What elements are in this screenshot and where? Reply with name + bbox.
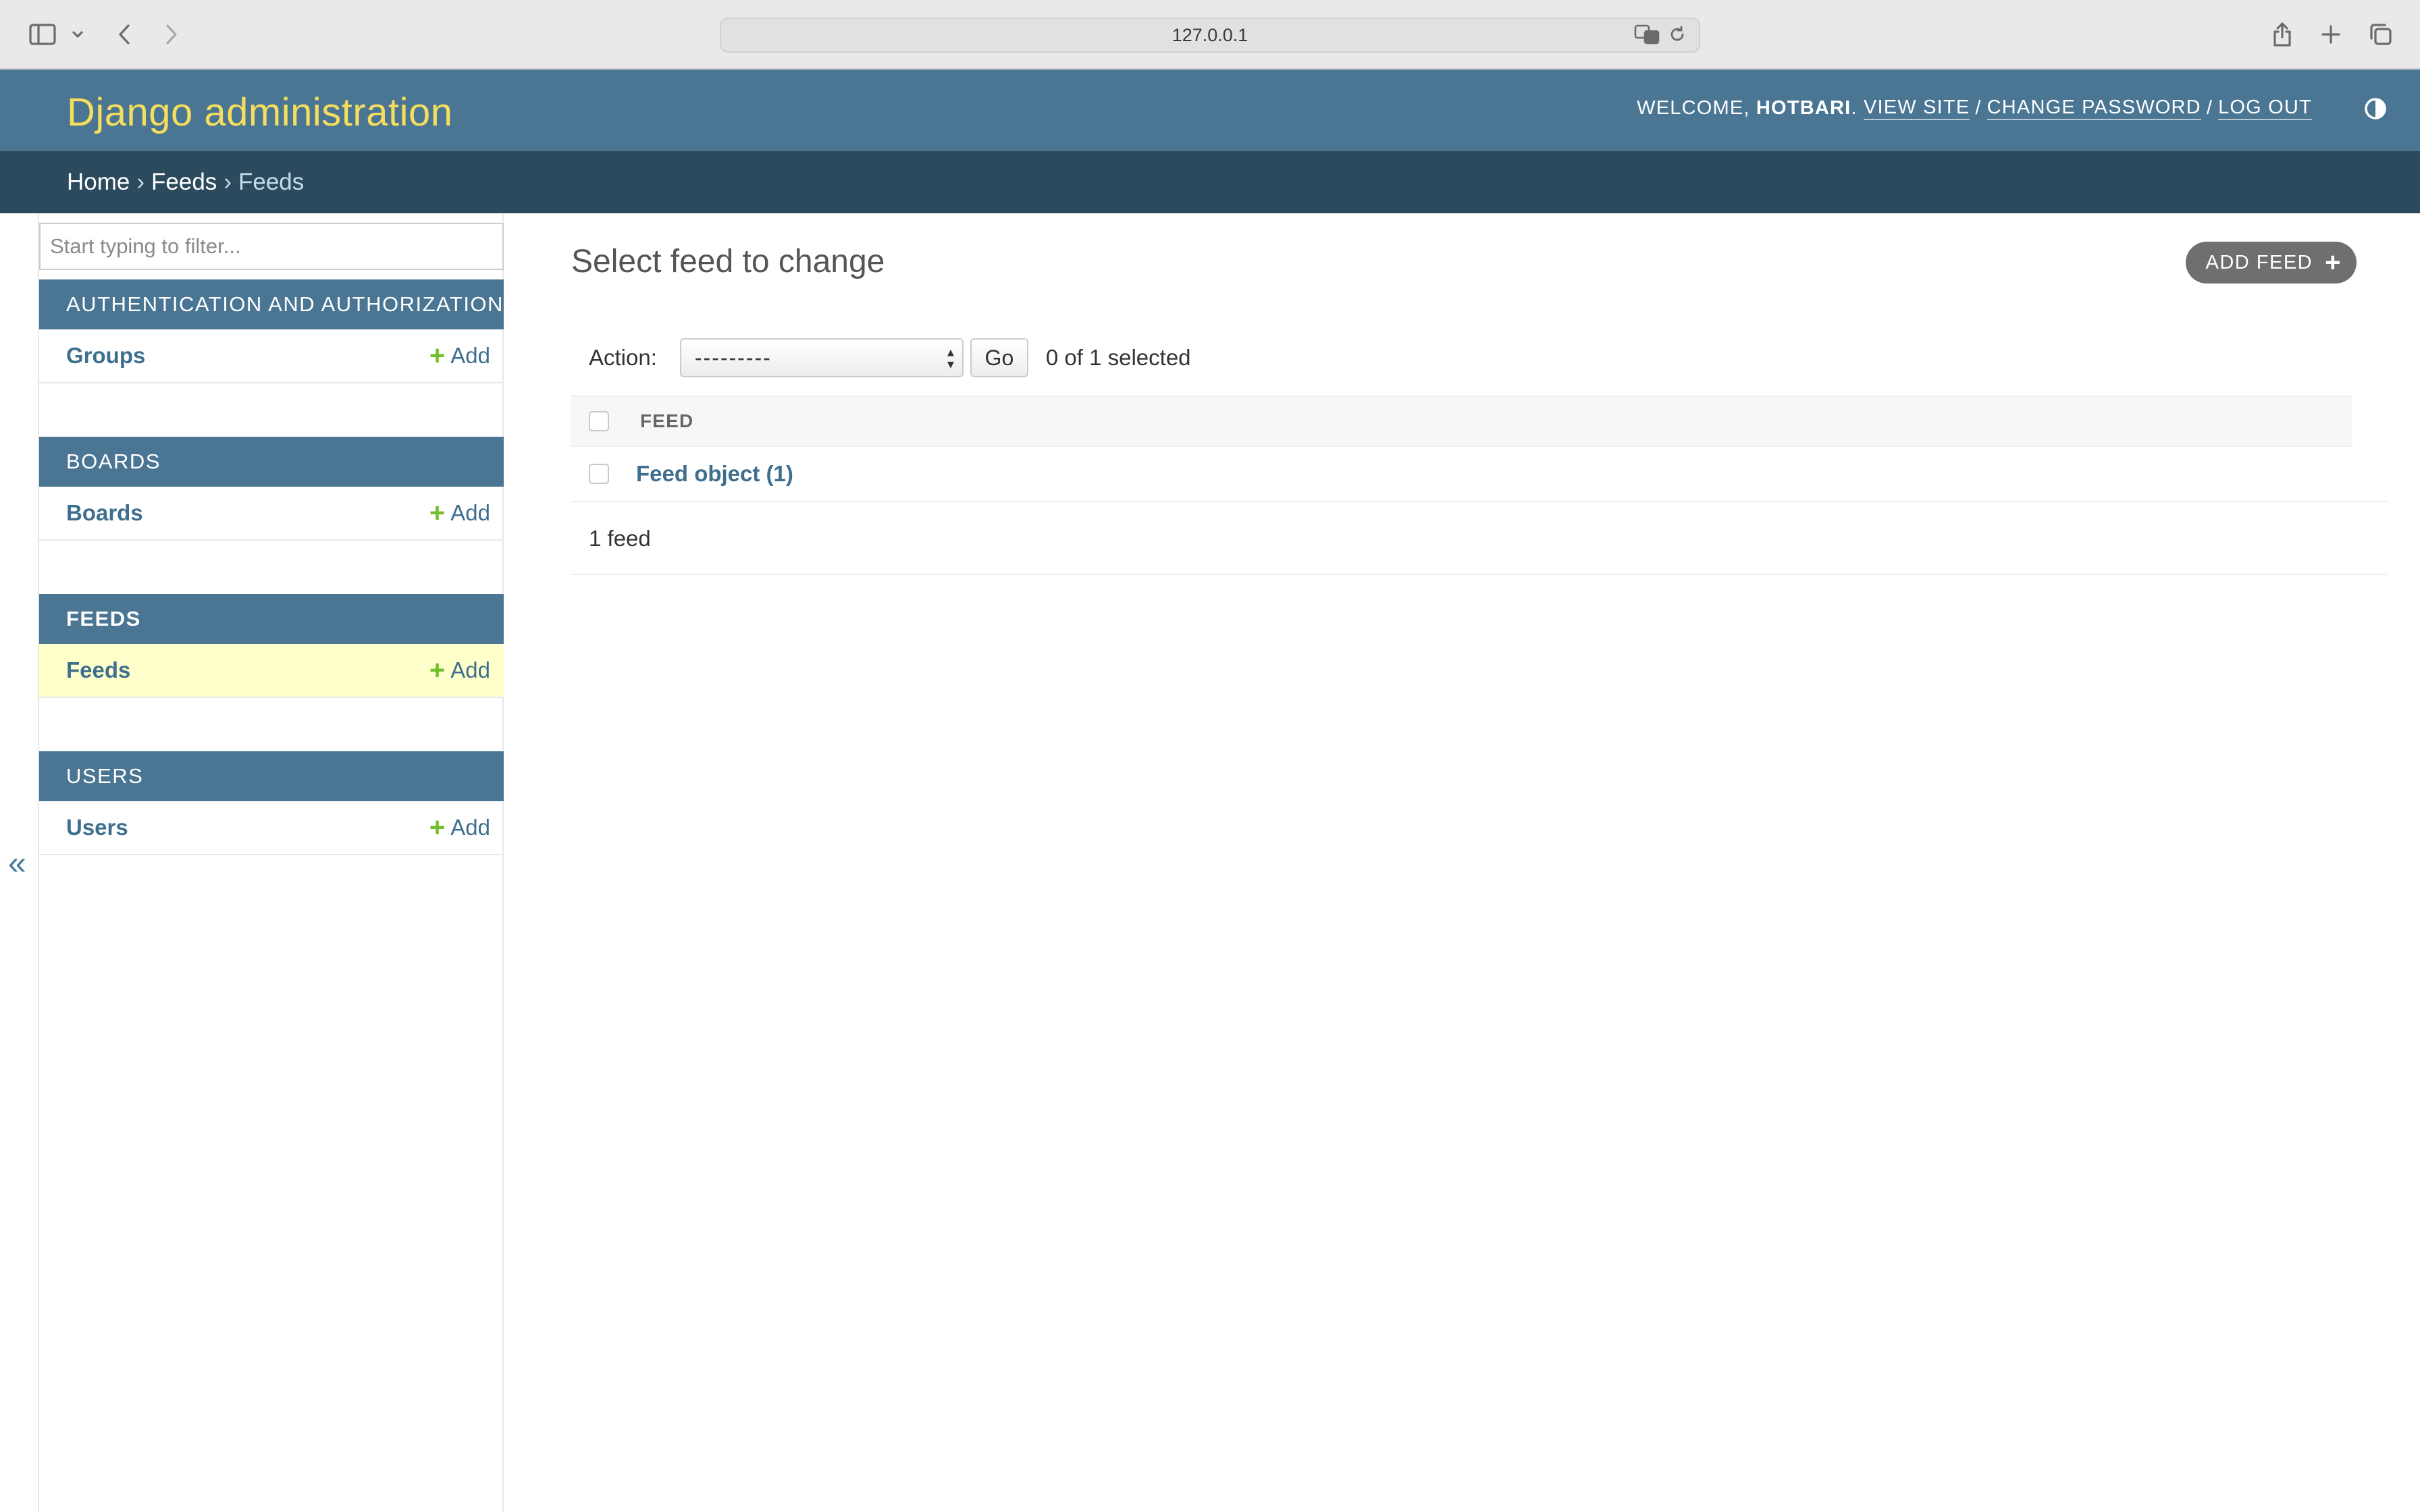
action-select[interactable]: --------- ▴ ▾ — [679, 338, 964, 377]
separator: / — [2206, 97, 2213, 119]
page-title: Select feed to change — [571, 244, 885, 279]
module-caption[interactable]: Feeds — [39, 594, 504, 644]
log-out-link[interactable]: Log out — [2218, 97, 2312, 120]
add-label: Add — [450, 343, 490, 368]
nav-filter-input[interactable] — [39, 223, 504, 270]
sidebar-item-groups: Groups + Add — [39, 329, 504, 383]
add-label: Add — [450, 657, 490, 682]
separator: / — [1975, 97, 1982, 119]
plus-icon: + — [429, 655, 446, 685]
add-groups-link[interactable]: + Add — [429, 342, 490, 369]
module-caption[interactable]: Boards — [39, 437, 504, 487]
action-selected-value: --------- — [694, 345, 772, 370]
plus-icon: + — [429, 498, 446, 528]
add-label: Add — [450, 815, 490, 840]
model-link-boards[interactable]: Boards — [66, 500, 143, 526]
breadcrumb-current: Feeds — [238, 169, 305, 195]
site-header: Django administration Welcome, hotbari .… — [0, 70, 2420, 151]
user-tools: Welcome, hotbari . View site / Change pa… — [1637, 97, 2312, 120]
breadcrumb: Home › Feeds › Feeds — [0, 151, 2420, 213]
new-tab-icon[interactable] — [2317, 19, 2344, 50]
forward-icon[interactable] — [159, 19, 184, 50]
breadcrumb-app[interactable]: Feeds — [151, 169, 217, 196]
go-button[interactable]: Go — [970, 338, 1028, 377]
plus-icon: + — [429, 813, 446, 842]
tab-overview-icon[interactable] — [2367, 19, 2394, 50]
breadcrumb-separator: › — [223, 169, 232, 195]
model-link-users[interactable]: Users — [66, 815, 128, 840]
url-text: 127.0.0.1 — [1172, 24, 1248, 45]
view-site-link[interactable]: View site — [1863, 97, 1970, 120]
paginator: 1 feed — [571, 504, 2388, 575]
add-boards-link[interactable]: + Add — [429, 500, 490, 526]
module-boards: Boards Boards + Add — [39, 437, 504, 541]
breadcrumb-separator: › — [136, 169, 145, 195]
sidebar-item-users: Users + Add — [39, 801, 504, 855]
address-bar[interactable]: 127.0.0.1 — [720, 18, 1700, 53]
add-label: Add — [450, 500, 490, 525]
nav-sidebar: Authentication and Authorization Groups … — [38, 213, 504, 1512]
module-users: Users Users + Add — [39, 751, 504, 855]
site-branding[interactable]: Django administration — [67, 90, 452, 135]
add-users-link[interactable]: + Add — [429, 814, 490, 841]
row-link[interactable]: Feed object (1) — [636, 461, 793, 487]
back-icon[interactable] — [112, 19, 136, 50]
add-feeds-link[interactable]: + Add — [429, 657, 490, 684]
sidebar-item-feeds: Feeds + Add — [39, 644, 504, 698]
add-feed-label: Add feed — [2205, 251, 2313, 273]
translate-icon[interactable] — [1634, 24, 1661, 48]
column-header-feed[interactable]: Feed — [640, 410, 693, 432]
module-caption[interactable]: Users — [39, 751, 504, 801]
reload-icon[interactable] — [1668, 25, 1687, 47]
sidebar-item-boards: Boards + Add — [39, 487, 504, 541]
table-header: Feed — [571, 396, 2352, 447]
plus-icon: + — [429, 341, 446, 371]
module-caption[interactable]: Authentication and Authorization — [39, 279, 504, 329]
change-password-link[interactable]: Change password — [1987, 97, 2201, 120]
select-arrows-icon: ▴ ▾ — [947, 345, 955, 372]
module-auth: Authentication and Authorization Groups … — [39, 279, 504, 383]
sidebar-toggle-icon[interactable] — [26, 19, 59, 50]
plus-icon: + — [2325, 248, 2342, 277]
module-feeds: Feeds Feeds + Add — [39, 594, 504, 698]
add-feed-button[interactable]: Add feed + — [2185, 242, 2357, 284]
theme-toggle-icon[interactable] — [2363, 97, 2388, 121]
model-link-feeds[interactable]: Feeds — [66, 657, 130, 683]
username: hotbari — [1756, 97, 1851, 119]
results-table: Feed Feed object (1) — [571, 396, 2388, 502]
table-row: Feed object (1) — [571, 447, 2388, 502]
actions-bar: Action: --------- ▴ ▾ Go 0 of 1 selected — [589, 338, 1191, 378]
welcome-text: Welcome, — [1637, 97, 1750, 119]
selected-count: 0 of 1 selected — [1045, 345, 1191, 370]
share-icon[interactable] — [2269, 19, 2296, 50]
select-all-checkbox[interactable] — [589, 411, 609, 431]
breadcrumb-home[interactable]: Home — [67, 169, 130, 196]
action-label: Action: — [589, 345, 657, 370]
chevron-down-icon[interactable] — [68, 19, 88, 50]
model-link-groups[interactable]: Groups — [66, 343, 145, 369]
row-checkbox[interactable] — [589, 464, 609, 484]
browser-toolbar: 127.0.0.1 — [0, 0, 2420, 70]
collapse-sidebar-icon[interactable]: « — [8, 848, 26, 880]
